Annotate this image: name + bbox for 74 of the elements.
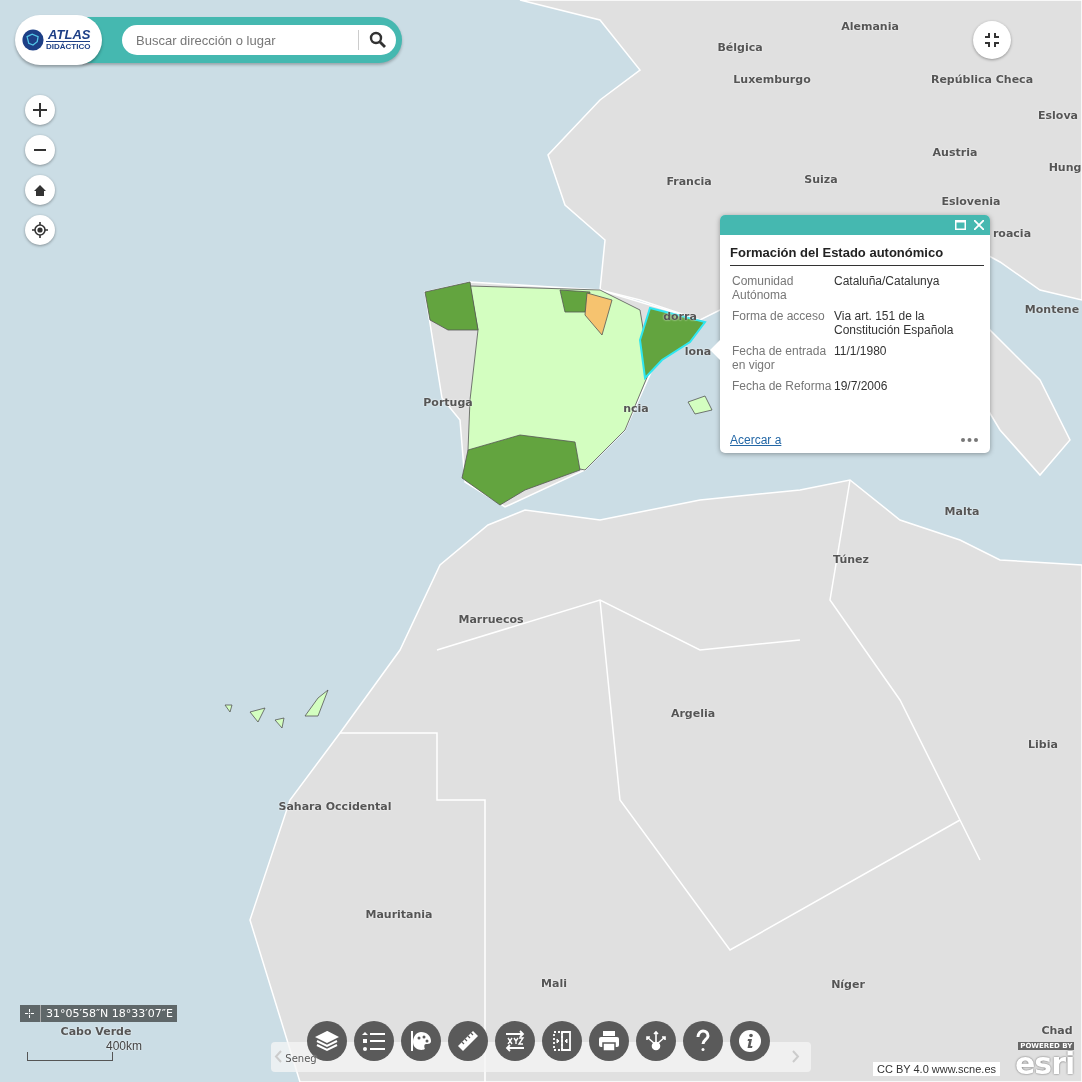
map-label: Argelia bbox=[670, 706, 716, 720]
field-value: 11/1/1980 bbox=[834, 344, 888, 360]
map-label: República Checa bbox=[930, 72, 1034, 86]
island-shape[interactable] bbox=[304, 689, 329, 717]
field-label: Forma de acceso bbox=[732, 309, 826, 325]
map-label: Sahara Occidental bbox=[278, 799, 392, 813]
field-label: Fecha de entrada en vigor bbox=[732, 344, 828, 372]
map-label: Níger bbox=[831, 977, 865, 991]
maximize-icon bbox=[955, 220, 966, 230]
map-label: Mali bbox=[541, 976, 567, 990]
info-icon bbox=[738, 1029, 762, 1053]
printer-icon bbox=[597, 1029, 621, 1053]
home-icon bbox=[34, 184, 46, 196]
list-icon bbox=[362, 1029, 386, 1053]
region-shape[interactable] bbox=[584, 292, 613, 336]
map-label: Seneg bbox=[285, 1052, 317, 1064]
minus-icon bbox=[34, 149, 46, 151]
map-label: Libia bbox=[1028, 737, 1058, 751]
map-label: Eslovenia bbox=[941, 194, 1001, 208]
map-label: Eslova bbox=[1038, 108, 1078, 122]
map-label: Luxemburgo bbox=[733, 72, 811, 86]
field-value: 19/7/2006 bbox=[834, 379, 889, 393]
island-shape[interactable] bbox=[274, 717, 285, 729]
locate-icon bbox=[32, 222, 48, 238]
ruler-icon bbox=[456, 1029, 480, 1053]
more-icon bbox=[961, 438, 978, 442]
map-label: lona bbox=[684, 344, 712, 358]
map-label: Austria bbox=[932, 145, 978, 159]
globe-icon bbox=[22, 29, 44, 51]
map-label: dorra bbox=[663, 309, 697, 323]
zoom-to-link[interactable]: Acercar a bbox=[730, 433, 782, 447]
attribution-text: CC BY 4.0 www.scne.es bbox=[873, 1062, 1000, 1076]
island-shape[interactable] bbox=[687, 395, 713, 415]
close-icon bbox=[974, 220, 984, 230]
map-label: Chad bbox=[1041, 1023, 1073, 1037]
map-label: ncia bbox=[623, 401, 649, 415]
split-panel-icon bbox=[550, 1029, 574, 1053]
region-shape[interactable] bbox=[424, 281, 479, 331]
collapse-icon bbox=[985, 33, 999, 47]
popup-title: Formación del Estado autonómico bbox=[730, 245, 984, 266]
field-value: Via art. 151 de la Constitución Española bbox=[834, 309, 955, 337]
map-label: Túnez bbox=[833, 552, 869, 566]
map-label: Marruecos bbox=[458, 612, 524, 626]
map-label: Cabo Verde bbox=[60, 1024, 132, 1038]
layers-icon bbox=[315, 1029, 339, 1053]
field-label: Fecha de Reforma bbox=[732, 379, 833, 393]
scale-label: 400km bbox=[106, 1039, 143, 1053]
logo-title: ATLAS bbox=[48, 28, 91, 41]
map-label: Mauritania bbox=[365, 907, 433, 921]
map-label: Portuga bbox=[423, 395, 473, 409]
field-value: Cataluña/Catalunya bbox=[834, 274, 941, 290]
island-shape[interactable] bbox=[224, 704, 233, 713]
logo-wordmark: esri bbox=[1015, 1050, 1075, 1078]
map-label: Montene bbox=[1024, 302, 1080, 316]
map-label: Hung bbox=[1048, 160, 1082, 174]
map-label: Suiza bbox=[804, 172, 838, 186]
map-label: Bélgica bbox=[717, 40, 763, 54]
search-icon bbox=[368, 31, 387, 49]
map-label: Francia bbox=[666, 174, 712, 188]
search-field[interactable]: Buscar dirección o lugar bbox=[122, 25, 396, 55]
field-label: Comunidad Autónoma bbox=[732, 274, 795, 302]
swap-arrows-icon bbox=[503, 1029, 527, 1053]
region-shape[interactable] bbox=[559, 289, 591, 313]
palette-icon bbox=[409, 1029, 433, 1053]
map-label: Malta bbox=[944, 504, 980, 518]
coordinates-text: 31°05′58″N 18°33′07″E bbox=[40, 1005, 177, 1022]
share-icon bbox=[644, 1029, 668, 1053]
map-label: Alemania bbox=[841, 19, 899, 33]
region-shape[interactable] bbox=[461, 434, 581, 506]
plus-icon bbox=[33, 103, 47, 117]
map-label: roacia bbox=[992, 226, 1032, 240]
crosshair-icon bbox=[25, 1009, 34, 1018]
island-shape[interactable] bbox=[249, 707, 266, 723]
logo-subtitle: DIDÁCTICO bbox=[46, 41, 91, 52]
